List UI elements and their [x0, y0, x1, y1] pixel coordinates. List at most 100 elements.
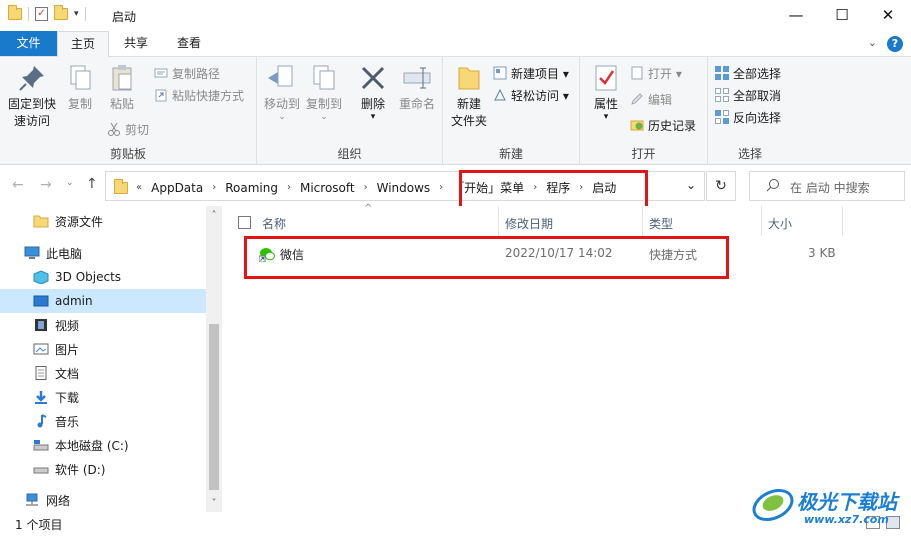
maximize-button[interactable]: ☐	[819, 0, 865, 31]
crumb-microsoft[interactable]: Microsoft	[295, 181, 360, 195]
select-none-button[interactable]: 全部取消	[715, 85, 781, 105]
nav-item-drive-d[interactable]: 软件 (D:)	[0, 457, 206, 481]
select-group: 全部选择 全部取消 反向选择 选择	[708, 57, 792, 165]
ribbon-tabs: 文件 主页 共享 查看 ⌄ ?	[0, 31, 911, 58]
close-button[interactable]: ✕	[865, 0, 911, 31]
open-button[interactable]: 打开 ▾	[630, 63, 682, 83]
tab-view[interactable]: 查看	[164, 31, 214, 57]
folder-icon	[8, 5, 22, 20]
open-group: 属性 ▾ 打开 ▾ 编辑 历史记录 打开	[580, 57, 708, 165]
nav-item-admin[interactable]: admin	[0, 289, 206, 313]
up-arrow-icon[interactable]: ↑	[86, 176, 98, 192]
delete-label: 删除	[360, 97, 385, 111]
crumb-appdata[interactable]: AppData	[146, 181, 208, 195]
new-folder-button[interactable]: 新建 文件夹	[447, 62, 491, 130]
copy-path-icon	[154, 66, 168, 80]
column-divider[interactable]	[842, 206, 843, 236]
crumb-roaming[interactable]: Roaming	[220, 181, 283, 195]
select-none-icon	[715, 88, 729, 102]
easy-access-button[interactable]: 轻松访问 ▾	[493, 85, 569, 105]
copy-button[interactable]: 复制	[60, 62, 100, 113]
nav-label: 网络	[46, 493, 71, 508]
rename-icon	[401, 62, 433, 94]
copy-to-button[interactable]: 复制到 ⌄	[303, 62, 345, 122]
properties-quick-icon[interactable]: ✓	[35, 7, 48, 21]
properties-label: 属性	[593, 97, 618, 111]
back-arrow-icon[interactable]: ←	[12, 177, 24, 193]
invert-selection-button[interactable]: 反向选择	[715, 107, 781, 127]
select-group-label: 选择	[737, 147, 762, 161]
nav-label: 此电脑	[46, 246, 83, 261]
video-icon	[33, 318, 49, 332]
nav-item-3d-objects[interactable]: 3D Objects	[0, 265, 206, 289]
recent-chevron-icon[interactable]: ⌄	[66, 178, 74, 188]
3d-objects-icon	[33, 270, 49, 285]
nav-item-this-pc[interactable]: 此电脑	[0, 241, 206, 265]
select-all-checkbox[interactable]	[238, 216, 251, 229]
organize-group: 移动到 ⌄ 复制到 ⌄ 删除 ▾ 重命名 组织	[257, 57, 443, 165]
crumb-separator-icon[interactable]: ›	[283, 182, 295, 193]
crumb-windows[interactable]: Windows	[372, 181, 436, 195]
new-item-button[interactable]: 新建项目 ▾	[493, 63, 569, 83]
help-icon[interactable]: ?	[887, 36, 903, 52]
paste-shortcut-label: 粘贴快捷方式	[172, 88, 245, 103]
crumb-separator-icon[interactable]: ›	[435, 182, 447, 193]
column-type[interactable]: 类型	[649, 214, 673, 236]
new-folder-quick-icon[interactable]	[54, 5, 68, 20]
nav-item-network[interactable]: 网络	[0, 488, 206, 512]
paste-button[interactable]: 粘贴	[102, 62, 142, 113]
picture-icon	[33, 342, 49, 356]
tab-home[interactable]: 主页	[57, 31, 109, 58]
cut-label: 剪切	[125, 122, 150, 137]
column-size[interactable]: 大小	[768, 214, 792, 236]
nav-item-pictures[interactable]: 图片	[0, 337, 206, 361]
crumb-separator-icon[interactable]: ›	[360, 182, 372, 193]
new-folder-icon	[453, 62, 485, 94]
new-group-label: 新建	[498, 147, 523, 161]
title-bar: ✓ ▾ 启动 — ☐ ✕	[0, 0, 911, 31]
copy-to-label: 复制到	[305, 97, 342, 111]
column-divider[interactable]	[498, 206, 499, 236]
move-to-button[interactable]: 移动到 ⌄	[261, 62, 303, 122]
nav-scrollbar[interactable]: ˄ ˅	[206, 206, 222, 512]
customize-toolbar-icon[interactable]: ▾	[74, 9, 79, 19]
column-divider[interactable]	[642, 206, 643, 236]
column-name[interactable]: 名称	[262, 214, 286, 236]
scroll-up-icon[interactable]: ˄	[206, 208, 222, 224]
select-none-label: 全部取消	[733, 88, 782, 103]
delete-button[interactable]: 删除 ▾	[353, 62, 393, 122]
tab-file[interactable]: 文件	[0, 31, 57, 56]
tab-share[interactable]: 共享	[112, 31, 160, 57]
nav-item-resources[interactable]: 资源文件	[0, 209, 206, 233]
search-input[interactable]: 在 启动 中搜索	[749, 171, 905, 201]
overflow-chevron[interactable]: «	[132, 182, 146, 193]
history-button[interactable]: 历史记录	[630, 115, 696, 135]
forward-arrow-icon[interactable]: →	[40, 177, 52, 193]
copy-path-button[interactable]: 复制路径	[154, 63, 220, 83]
new-group: 新建 文件夹 新建项目 ▾ 轻松访问 ▾ 新建	[443, 57, 580, 165]
nav-item-downloads[interactable]: 下载	[0, 385, 206, 409]
edit-button[interactable]: 编辑	[630, 89, 672, 109]
collapse-ribbon-icon[interactable]: ⌄	[868, 36, 877, 52]
nav-item-music[interactable]: 音乐	[0, 409, 206, 433]
minimize-button[interactable]: —	[773, 0, 819, 31]
properties-button[interactable]: 属性 ▾	[588, 62, 624, 122]
nav-label: 下载	[55, 390, 80, 405]
crumb-separator-icon[interactable]: ›	[208, 182, 220, 193]
column-date[interactable]: 修改日期	[505, 214, 553, 236]
nav-item-drive-c[interactable]: 本地磁盘 (C:)	[0, 433, 206, 457]
paste-shortcut-button[interactable]: 粘贴快捷方式	[154, 85, 244, 105]
nav-item-documents[interactable]: 文档	[0, 361, 206, 385]
scroll-down-icon[interactable]: ˅	[206, 496, 222, 512]
nav-item-videos[interactable]: 视频	[0, 313, 206, 337]
refresh-button[interactable]: ↻	[706, 171, 736, 201]
nav-label: 软件 (D:)	[55, 462, 106, 477]
select-all-button[interactable]: 全部选择	[715, 63, 781, 83]
pin-quick-access-button[interactable]: 固定到快 速访问	[4, 62, 60, 130]
scroll-thumb[interactable]	[209, 324, 219, 490]
rename-button[interactable]: 重命名	[395, 62, 439, 113]
address-dropdown-icon[interactable]: ⌄	[686, 178, 696, 192]
network-icon	[24, 493, 40, 507]
column-divider[interactable]	[761, 206, 762, 236]
cut-button[interactable]: 剪切	[107, 119, 149, 139]
